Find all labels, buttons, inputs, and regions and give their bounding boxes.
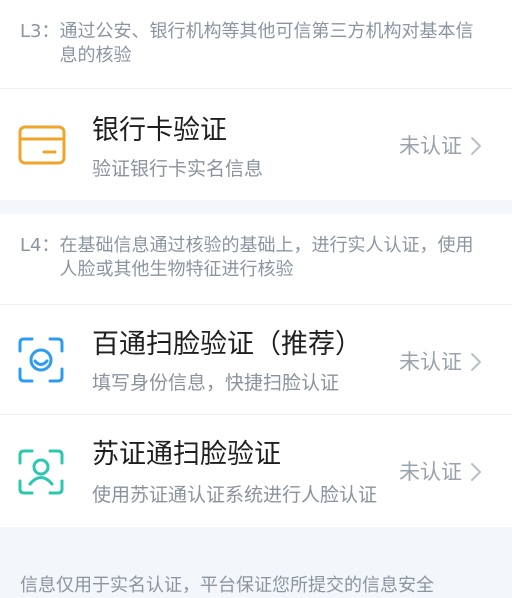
suzhengtong-title: 苏证通扫脸验证 — [92, 439, 281, 470]
level-l3-prefix: L3： — [20, 21, 60, 42]
bank-card-title: 银行卡验证 — [92, 115, 227, 146]
suzhengtong-status: 未认证 — [399, 460, 462, 484]
privacy-note: 信息仅用于实名认证，平台保证您所提交的信息安全 — [20, 575, 434, 596]
face-scan-subtitle: 填写身份信息，快捷扫脸认证 — [92, 372, 340, 394]
user-scan-icon — [18, 449, 64, 499]
level-l3-note: L3： 通过公安、银行机构等其他可信第三方机构对基本信息的核验 — [0, 0, 512, 88]
chevron-right-icon — [471, 137, 481, 155]
face-scan-title: 百通扫脸验证（推荐） — [92, 329, 362, 360]
bank-card-status: 未认证 — [399, 134, 462, 158]
level-l3-text: 通过公安、银行机构等其他可信第三方机构对基本信息的核验 — [59, 21, 474, 66]
level-l4-prefix: L4： — [20, 235, 60, 256]
level-l4-text: 在基础信息通过核验的基础上，进行实人认证，使用人脸或其他生物特征进行核验 — [59, 235, 474, 280]
suzhengtong-verification-item[interactable]: 苏证通扫脸验证 使用苏证通认证系统进行人脸认证 未认证 — [0, 415, 512, 527]
suzhengtong-subtitle: 使用苏证通认证系统进行人脸认证 — [92, 484, 378, 506]
bank-card-subtitle: 验证银行卡实名信息 — [92, 158, 264, 180]
chevron-right-icon — [471, 463, 481, 481]
face-scan-status: 未认证 — [399, 350, 462, 374]
face-scan-icon — [18, 337, 64, 387]
bank-card-icon — [18, 125, 66, 169]
chevron-right-icon — [471, 353, 481, 371]
level-l4-note: L4： 在基础信息通过核验的基础上，进行实人认证，使用人脸或其他生物特征进行核验 — [0, 214, 512, 304]
face-scan-verification-item[interactable]: 百通扫脸验证（推荐） 填写身份信息，快捷扫脸认证 未认证 — [0, 305, 512, 414]
bank-card-verification-item[interactable]: 银行卡验证 验证银行卡实名信息 未认证 — [0, 89, 512, 200]
